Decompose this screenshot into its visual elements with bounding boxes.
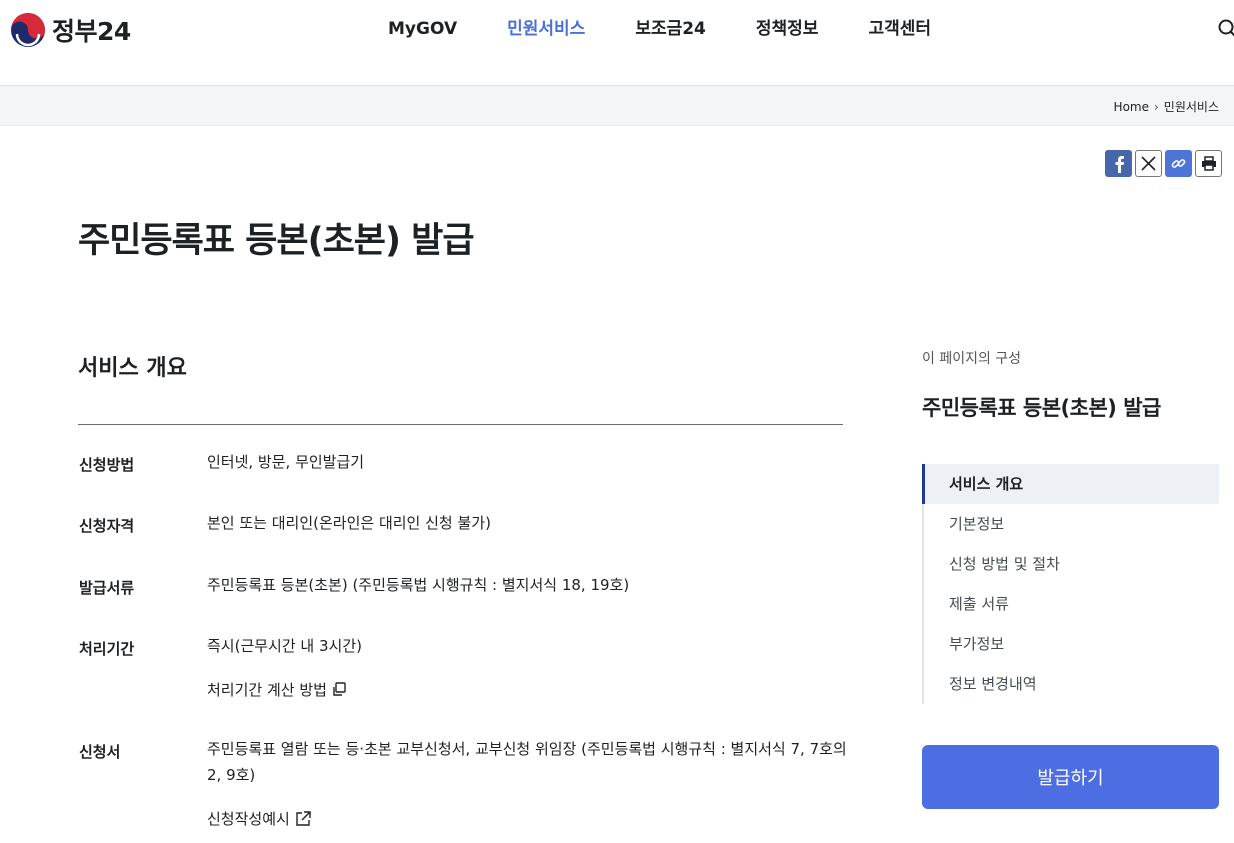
side-title: 주민등록표 등본(초본) 발급: [922, 396, 1161, 420]
facebook-share-button[interactable]: [1105, 150, 1132, 177]
nav-civil-service[interactable]: 민원서비스: [507, 18, 585, 40]
nav-policy-info[interactable]: 정책정보: [756, 18, 819, 40]
search-icon[interactable]: [1218, 19, 1234, 39]
value-application-form: 주민등록표 열람 또는 등·초본 교부신청서, 교부신청 위임장 (주민등록법 …: [207, 740, 847, 784]
value-issued-doc: 주민등록표 등본(초본) (주민등록법 시행규칙 : 별지서식 18, 19호): [207, 576, 630, 594]
toc-item-overview[interactable]: 서비스 개요: [922, 464, 1219, 504]
label-issued-doc: 발급서류: [79, 579, 135, 597]
value-apply-method: 인터넷, 방문, 무인발급기: [207, 453, 365, 471]
breadcrumb-current[interactable]: 민원서비스: [1164, 98, 1219, 115]
printer-icon: [1201, 156, 1216, 171]
facebook-icon: [1115, 155, 1124, 173]
side-caption: 이 페이지의 구성: [922, 351, 1022, 367]
share-bar: [1105, 150, 1225, 177]
label-application-form: 신청서: [79, 743, 121, 761]
taegeuk-logo-icon: [11, 13, 45, 47]
external-link-icon: [296, 810, 311, 826]
value-processing-time: 즉시(근무시간 내 3시간): [207, 637, 362, 655]
site-logo[interactable]: 정부24: [10, 12, 131, 48]
toc-item-basic-info[interactable]: 기본정보: [924, 504, 1219, 544]
copy-link-button[interactable]: [1165, 150, 1192, 177]
label-eligibility: 신청자격: [79, 517, 135, 535]
value-eligibility: 본인 또는 대리인(온라인은 대리인 신청 불가): [207, 514, 491, 532]
breadcrumb-home[interactable]: Home: [1114, 100, 1149, 114]
logo-text: 정부24: [52, 17, 131, 46]
toc-item-documents[interactable]: 제출 서류: [924, 584, 1219, 624]
breadcrumb-band: Home › 민원서비스: [0, 85, 1234, 126]
nav-subsidy24[interactable]: 보조금24: [635, 18, 706, 40]
site-header: 정부24 MyGOV 민원서비스 보조금24 정책정보 고객센터: [0, 0, 1234, 86]
chevron-right-icon: ›: [1153, 99, 1159, 114]
breadcrumb: Home › 민원서비스: [1114, 98, 1219, 115]
processing-time-calc-label: 처리기간 계산 방법: [207, 681, 327, 699]
form-example-label: 신청작성예시: [207, 810, 290, 828]
toc-item-change-history[interactable]: 정보 변경내역: [924, 664, 1219, 704]
main-nav: MyGOV 민원서비스 보조금24 정책정보 고객센터: [388, 18, 981, 40]
page-title: 주민등록표 등본(초본) 발급: [78, 221, 475, 261]
processing-time-calc-link[interactable]: 처리기간 계산 방법: [207, 679, 347, 700]
form-example-link[interactable]: 신청작성예시: [207, 808, 311, 829]
section-title: 서비스 개요: [78, 356, 187, 381]
x-logo-icon: [1141, 156, 1156, 171]
nav-customer-center[interactable]: 고객센터: [868, 18, 931, 40]
section-divider: [78, 424, 843, 425]
copy-window-icon: [333, 682, 346, 696]
toc-item-additional-info[interactable]: 부가정보: [924, 624, 1219, 664]
issue-button[interactable]: 발급하기: [922, 745, 1219, 809]
link-icon: [1171, 159, 1186, 168]
x-share-button[interactable]: [1135, 150, 1162, 177]
toc-item-procedure[interactable]: 신청 방법 및 절차: [924, 544, 1219, 584]
nav-mygov[interactable]: MyGOV: [388, 18, 457, 40]
label-apply-method: 신청방법: [79, 456, 135, 474]
label-processing-time: 처리기간: [79, 640, 135, 658]
print-button[interactable]: [1195, 150, 1222, 177]
page-toc: 서비스 개요 기본정보 신청 방법 및 절차 제출 서류 부가정보 정보 변경내…: [922, 464, 1219, 704]
